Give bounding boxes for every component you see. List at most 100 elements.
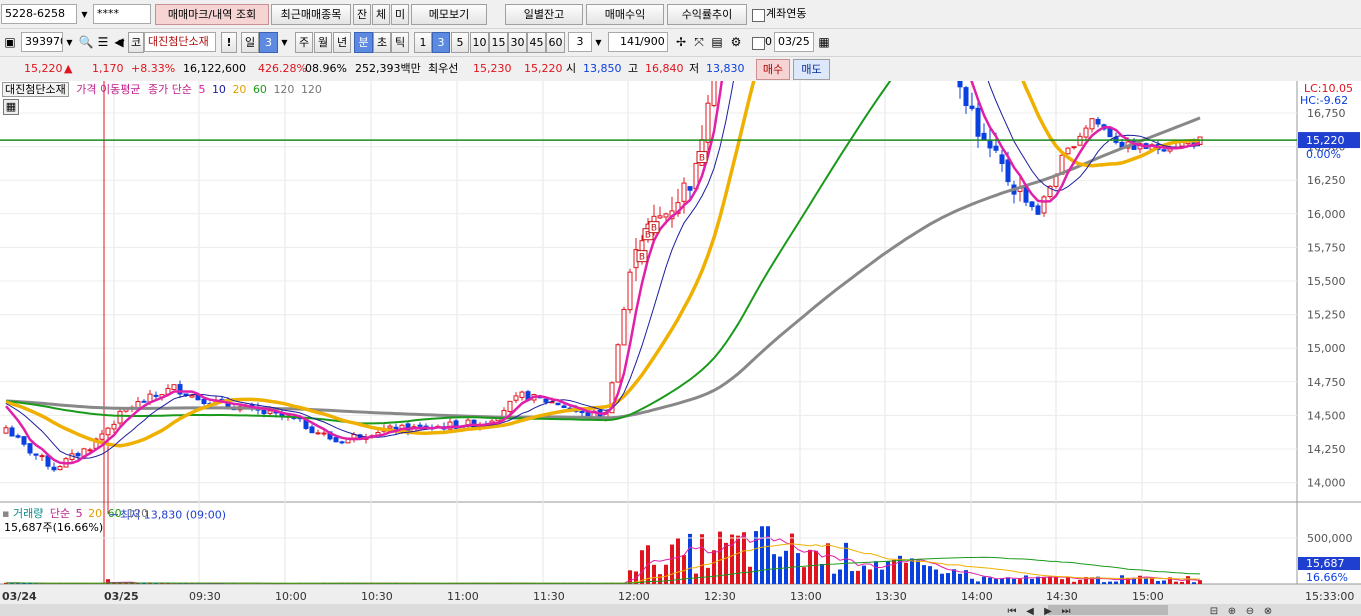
candle-body[interactable] xyxy=(21,436,27,445)
volume-bar[interactable] xyxy=(730,534,734,584)
unfilled-button[interactable]: 미 xyxy=(391,4,409,25)
candle-body[interactable] xyxy=(1005,159,1011,183)
volume-bar[interactable] xyxy=(928,566,932,584)
volume-bar[interactable] xyxy=(1060,579,1064,584)
period-week-button[interactable]: 주 xyxy=(295,32,313,53)
speaker-dropdown-icon[interactable]: ▼ xyxy=(115,33,128,52)
interval-1-button[interactable]: 1 xyxy=(414,32,432,53)
layout-icon[interactable]: ▣ xyxy=(1,32,19,52)
candle-body[interactable] xyxy=(621,308,627,346)
stock-name-field[interactable]: 대진첨단소재 xyxy=(144,32,216,52)
volume-bar[interactable] xyxy=(802,567,806,584)
volume-bar[interactable] xyxy=(760,526,764,584)
volume-bar[interactable] xyxy=(994,578,998,584)
volume-bar[interactable] xyxy=(778,556,782,584)
candle-body[interactable] xyxy=(705,102,711,143)
candle-body[interactable] xyxy=(315,432,321,435)
candle-body[interactable] xyxy=(9,427,15,437)
interval-30-button[interactable]: 30 xyxy=(508,32,527,53)
candle-body[interactable] xyxy=(957,81,963,88)
volume-bar[interactable] xyxy=(874,561,878,584)
alert-button[interactable]: ! xyxy=(221,32,237,53)
candle-body[interactable] xyxy=(1095,118,1101,125)
candle-body[interactable] xyxy=(87,449,93,452)
buy-button[interactable]: 매수 xyxy=(756,59,790,80)
account-link-checkbox[interactable] xyxy=(752,9,765,22)
volume-bar[interactable] xyxy=(1108,581,1112,584)
candle-body[interactable] xyxy=(75,452,81,457)
volume-bar[interactable] xyxy=(952,569,956,584)
interval-45-button[interactable]: 45 xyxy=(527,32,546,53)
volume-bar[interactable] xyxy=(1048,576,1052,584)
recent-trades-button[interactable]: 최근매매종목 xyxy=(271,4,351,25)
period-day-dropdown-icon[interactable]: ▼ xyxy=(278,33,291,52)
volume-bar[interactable] xyxy=(934,569,938,584)
chart-area[interactable]: 16,75016,50016,25016,00015,75015,50015,2… xyxy=(0,81,1361,616)
volume-bar[interactable] xyxy=(724,542,728,584)
period-tick-button[interactable]: 틱 xyxy=(391,32,409,53)
candle-body[interactable] xyxy=(33,453,39,456)
volume-bar[interactable] xyxy=(832,573,836,584)
trade-profit-button[interactable]: 매매수익 xyxy=(586,4,664,25)
trade-mark-query-button[interactable]: 매매마크/내역 조회 xyxy=(155,4,269,25)
memo-button[interactable]: 메모보기 xyxy=(411,4,487,25)
volume-bar[interactable] xyxy=(712,550,716,584)
candle-body[interactable] xyxy=(657,215,663,219)
volume-bar[interactable] xyxy=(766,526,770,584)
volume-bar[interactable] xyxy=(904,562,908,584)
volume-bar[interactable] xyxy=(856,570,860,584)
candle-body[interactable] xyxy=(57,466,63,471)
candle-body[interactable] xyxy=(351,434,357,439)
volume-bar[interactable] xyxy=(1078,579,1082,584)
volume-bar[interactable] xyxy=(706,567,710,584)
volume-bar[interactable] xyxy=(736,535,740,584)
daily-balance-button[interactable]: 일별잔고 xyxy=(505,4,583,25)
candle-body[interactable] xyxy=(3,427,9,434)
return-trend-button[interactable]: 수익률추이 xyxy=(667,4,747,25)
volume-bar[interactable] xyxy=(958,573,962,584)
period-day-count[interactable]: 3 xyxy=(259,32,278,53)
candle-body[interactable] xyxy=(1029,201,1035,208)
candle-body[interactable] xyxy=(999,154,1005,164)
volume-bar[interactable] xyxy=(820,563,824,584)
volume-bar[interactable] xyxy=(880,569,884,584)
candle-body[interactable] xyxy=(333,437,339,443)
candle-body[interactable] xyxy=(189,395,195,398)
candle-body[interactable] xyxy=(975,107,981,137)
candle-body[interactable] xyxy=(27,443,33,454)
crosshair-icon[interactable]: ✢ xyxy=(672,32,690,52)
volume-bar[interactable] xyxy=(700,534,704,584)
candle-body[interactable] xyxy=(153,394,159,397)
volume-bar[interactable] xyxy=(976,581,980,584)
candle-body[interactable] xyxy=(987,140,993,149)
candle-body[interactable] xyxy=(981,132,987,140)
interval-15-button[interactable]: 15 xyxy=(489,32,508,53)
volume-bar[interactable] xyxy=(790,533,794,584)
candle-body[interactable] xyxy=(309,426,315,434)
candle-body[interactable] xyxy=(555,402,561,406)
volume-bar[interactable] xyxy=(1174,581,1178,584)
volume-bar[interactable] xyxy=(970,578,974,584)
volume-bar[interactable] xyxy=(808,549,812,584)
stock-code-input[interactable]: 393970 xyxy=(21,32,63,52)
candle-body[interactable] xyxy=(1041,196,1047,214)
candle-body[interactable] xyxy=(561,405,567,409)
gear-icon[interactable]: ⚙ xyxy=(727,32,745,52)
balance-button[interactable]: 잔 xyxy=(353,4,371,25)
period-second-button[interactable]: 초 xyxy=(373,32,391,53)
volume-bar[interactable] xyxy=(1180,581,1184,584)
volume-bar[interactable] xyxy=(688,533,692,584)
volume-bar[interactable] xyxy=(826,543,830,584)
volume-bar[interactable] xyxy=(1030,578,1034,584)
volume-bar[interactable] xyxy=(676,537,680,584)
period-month-button[interactable]: 월 xyxy=(314,32,332,53)
candle-body[interactable] xyxy=(627,271,633,311)
volume-bar[interactable] xyxy=(940,573,944,584)
volume-bar[interactable] xyxy=(862,565,866,584)
volume-bar[interactable] xyxy=(1192,582,1196,584)
candle-body[interactable] xyxy=(171,384,177,391)
candle-body[interactable] xyxy=(663,213,669,218)
volume-bar[interactable] xyxy=(988,577,992,584)
candle-body[interactable] xyxy=(15,435,21,438)
volume-bar[interactable] xyxy=(1114,581,1118,584)
